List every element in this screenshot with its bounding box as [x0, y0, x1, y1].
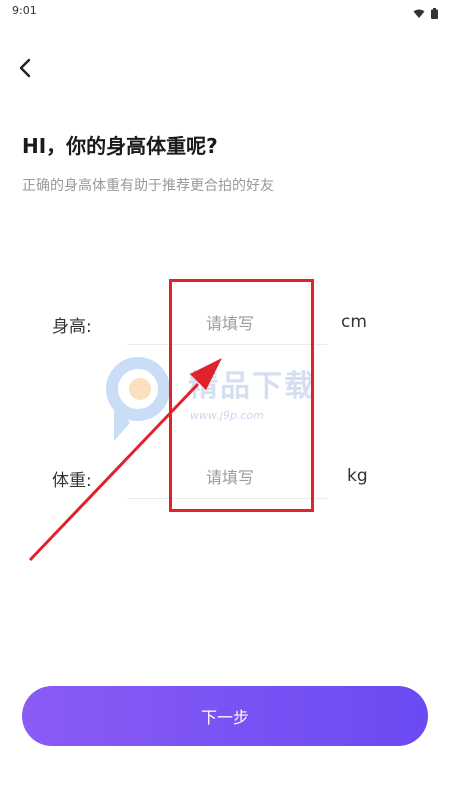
battery-icon [431, 4, 438, 23]
back-button[interactable] [12, 54, 40, 82]
page-subtitle: 正确的身高体重有助于推荐更合拍的好友 [22, 178, 274, 194]
weight-label: 体重: [52, 471, 92, 491]
next-button[interactable]: 下一步 [22, 686, 428, 746]
wifi-icon [413, 4, 425, 23]
status-bar: 9:01 [0, 0, 450, 22]
back-arrow-icon [12, 58, 40, 86]
status-icons [413, 4, 438, 23]
height-label: 身高: [52, 317, 92, 337]
page-title: HI，你的身高体重呢? [22, 134, 218, 158]
weight-unit: kg [347, 466, 368, 486]
annotation-highlight-box [169, 279, 314, 512]
status-time: 9:01 [12, 4, 37, 17]
height-unit: cm [341, 312, 367, 332]
